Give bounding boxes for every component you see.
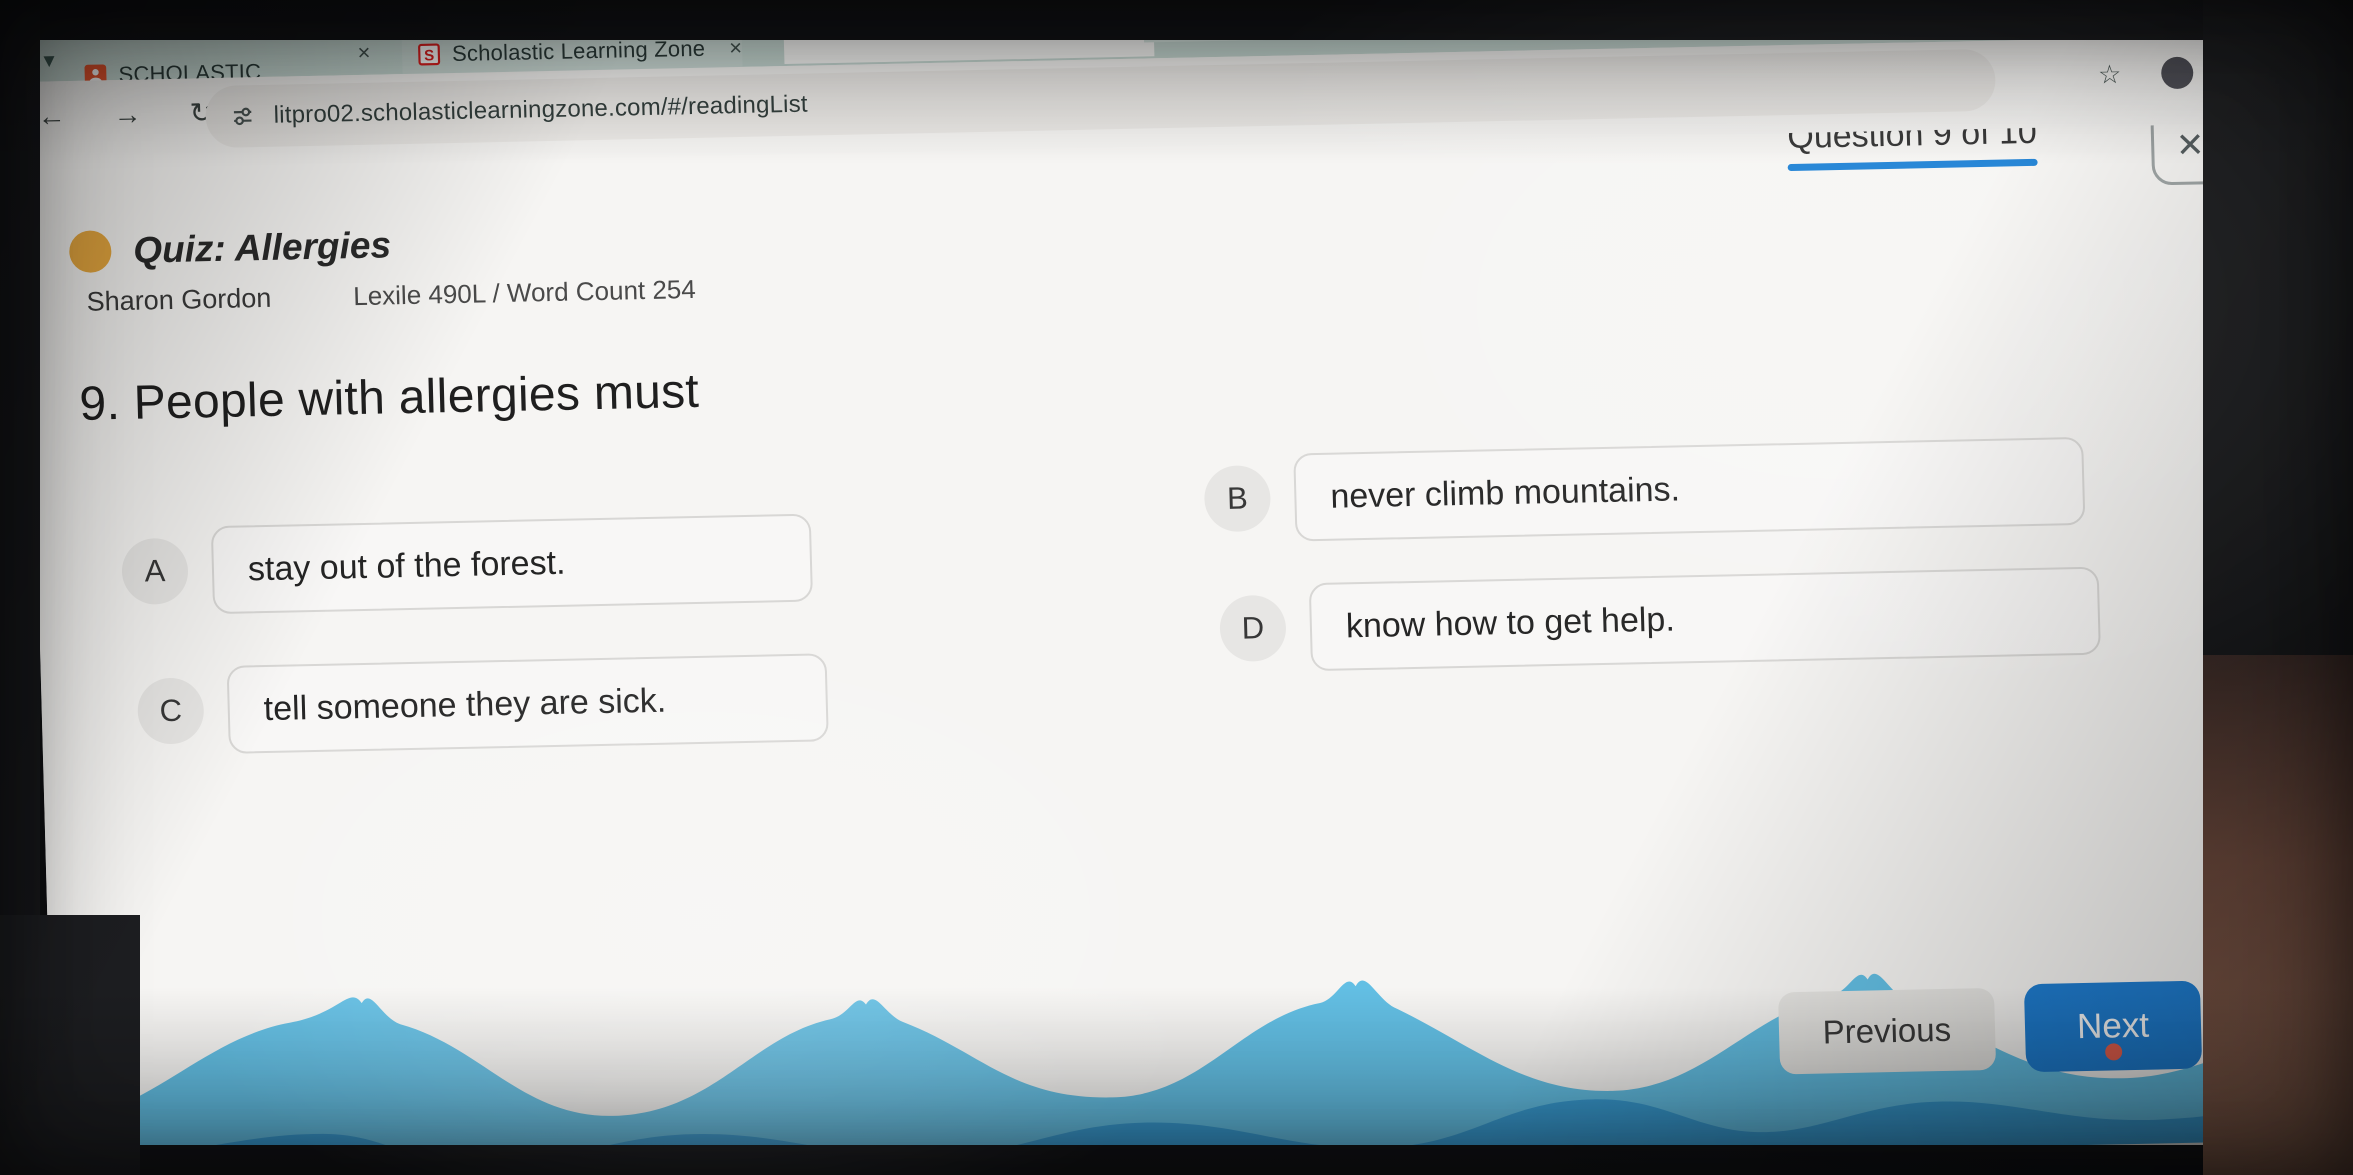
desk-corner <box>0 915 140 1175</box>
quiz-navigation: Previous Next <box>1777 980 2203 1078</box>
option-text: never climb mountains. <box>1329 469 1681 516</box>
quiz-title: Quiz: Allergies <box>132 224 392 271</box>
forward-button[interactable]: → <box>113 98 142 131</box>
back-button[interactable]: ← <box>37 100 66 133</box>
answer-option-a[interactable]: A stay out of the forest. <box>121 513 814 616</box>
next-button[interactable]: Next <box>2023 980 2203 1073</box>
url-text: litpro02.scholasticlearningzone.com/#/re… <box>273 90 809 129</box>
question-text: 9. People with allergies must <box>78 364 700 431</box>
option-letter: C <box>136 677 205 745</box>
laptop-bezel-top <box>0 0 2353 40</box>
answer-option-c[interactable]: C tell someone they are sick. <box>136 653 829 755</box>
laptop-bezel-bottom <box>0 1145 2353 1175</box>
option-letter: A <box>121 537 189 606</box>
avatar-icon[interactable] <box>2160 56 2194 90</box>
option-text: stay out of the forest. <box>247 543 566 588</box>
option-text: know how to get help. <box>1345 600 1676 645</box>
option-box[interactable]: never climb mountains. <box>1293 436 2086 542</box>
option-box[interactable]: stay out of the forest. <box>210 513 814 615</box>
quiz-page: Question 9 of 10 ✕ Quiz: Allergies Sharo… <box>27 122 2315 1175</box>
previous-button[interactable]: Previous <box>1777 987 1997 1075</box>
option-letter: B <box>1203 464 1272 533</box>
next-button-label: Next <box>2076 1005 2150 1047</box>
answer-option-b[interactable]: B never climb mountains. <box>1203 436 2086 543</box>
tab-label: Scholastic Learning Zone <box>451 35 706 67</box>
quiz-header: Quiz: Allergies Sharon Gordon Lexile 490… <box>68 218 697 318</box>
option-letter: D <box>1219 594 1287 663</box>
option-box[interactable]: tell someone they are sick. <box>226 653 829 754</box>
desk-surface <box>2203 655 2353 1175</box>
navigation-buttons: ← → ↻ <box>37 96 213 133</box>
option-box[interactable]: know how to get help. <box>1308 566 2101 672</box>
progress-bar <box>1788 158 2038 172</box>
scholastic-s-icon: S <box>418 43 441 66</box>
answer-option-d[interactable]: D know how to get help. <box>1219 566 2101 673</box>
star-icon[interactable]: ☆ <box>2098 59 2122 90</box>
option-text: tell someone they are sick. <box>263 681 667 728</box>
quiz-meta: Lexile 490L / Word Count 254 <box>352 273 697 312</box>
mouse-cursor-dot-icon <box>2104 1043 2123 1061</box>
browser-window: ▾ SCHOLASTIC × S Scholastic Learning Zon… <box>22 0 2315 1175</box>
quiz-author: Sharon Gordon <box>86 282 272 317</box>
tune-sliders-icon[interactable] <box>229 103 256 130</box>
quiz-status-dot-icon <box>68 230 112 274</box>
laptop-screen-photo: ▾ SCHOLASTIC × S Scholastic Learning Zon… <box>0 0 2353 1175</box>
svg-text:S: S <box>424 47 435 64</box>
